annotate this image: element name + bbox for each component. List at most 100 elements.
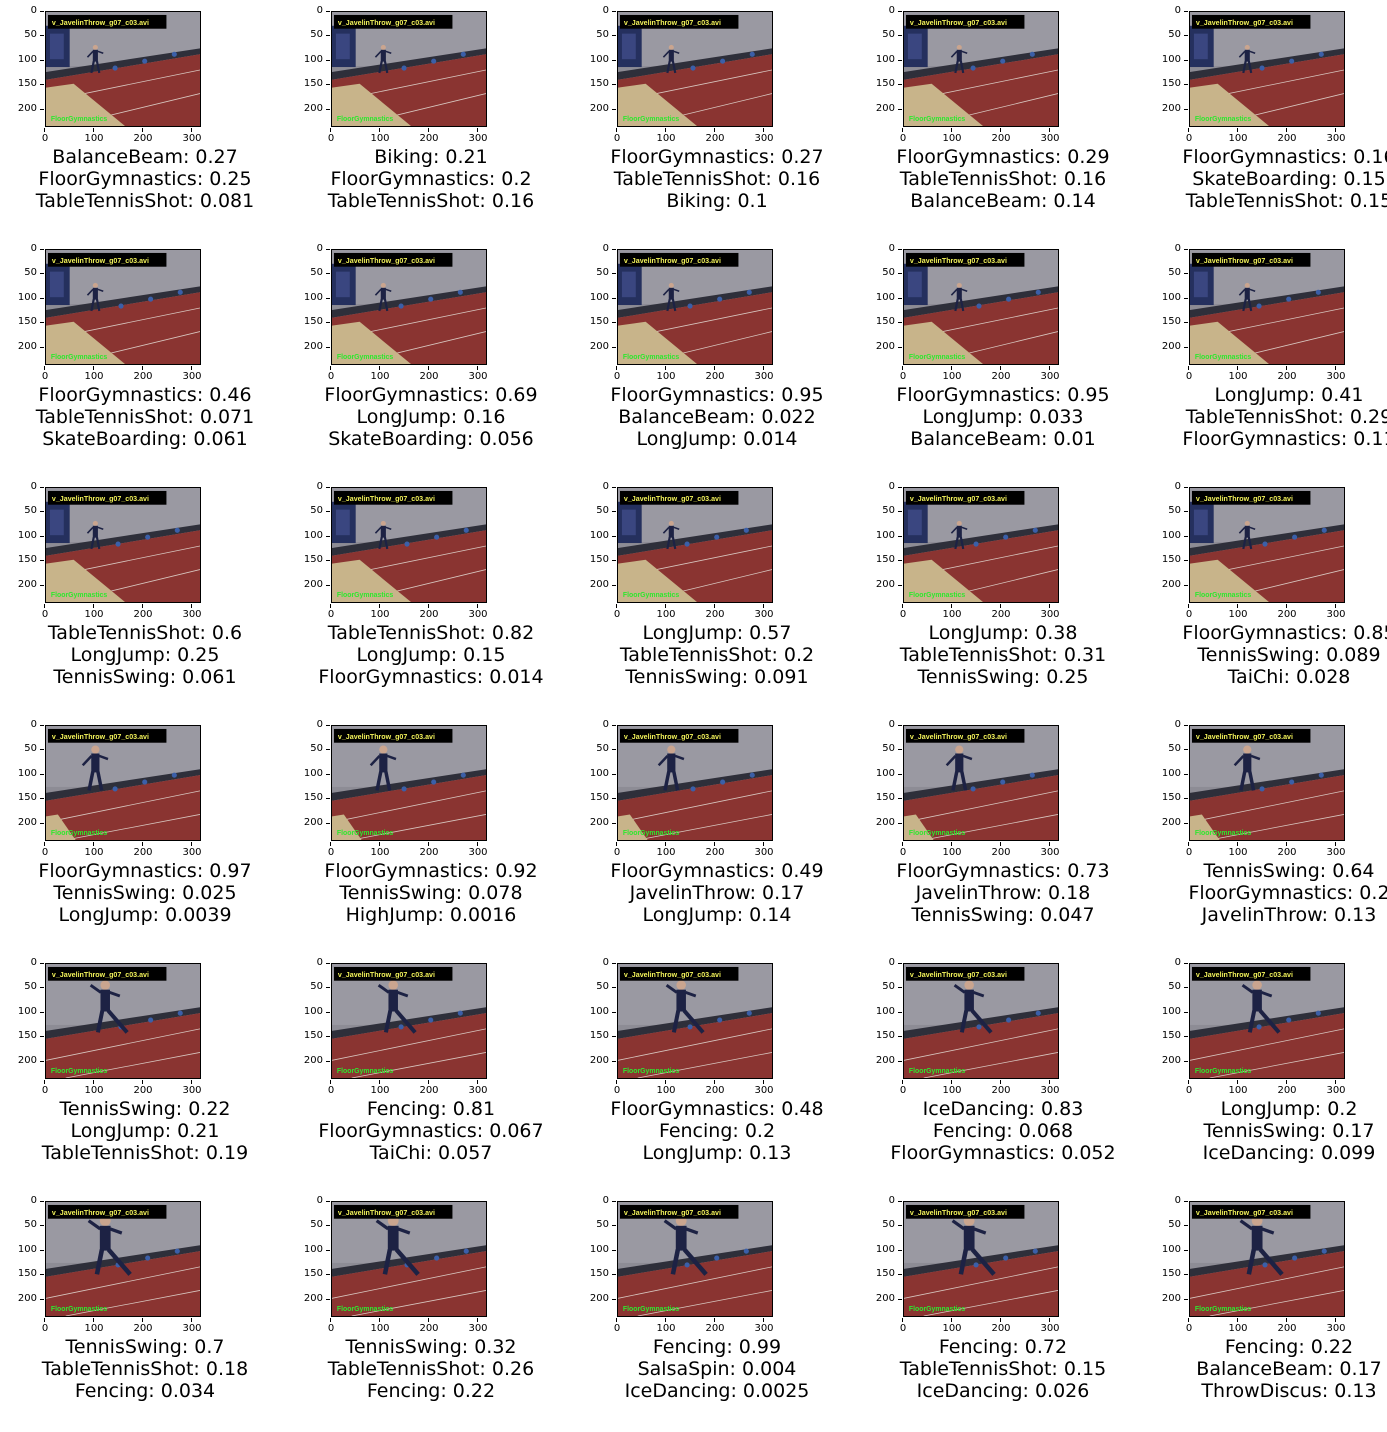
x-tick-label: 200: [700, 128, 730, 145]
y-tick-label: 50: [579, 267, 616, 279]
video-frame-image: v_JavelinThrow_g07_c03.avi FloorGymnastic…: [332, 12, 486, 126]
predicted-label-overlay: FloorGymnastics: [337, 116, 393, 123]
video-filename-overlay: v_JavelinThrow_g07_c03.avi: [338, 971, 435, 979]
y-tick-label: 150: [579, 554, 616, 566]
frame-axes: v_JavelinThrow_g07_c03.avi FloorGymnastic…: [903, 487, 1059, 603]
prediction-line: FloorGymnastics: 0.014: [318, 666, 544, 688]
prediction-line: TableTennisShot: 0.29: [1185, 406, 1387, 428]
y-tick-label: 100: [7, 530, 44, 542]
frame-axes: v_JavelinThrow_g07_c03.avi FloorGymnastic…: [1189, 1201, 1345, 1317]
video-filename-overlay: v_JavelinThrow_g07_c03.avi: [338, 19, 435, 27]
y-tick-label: 100: [865, 1244, 902, 1256]
video-frame-image: v_JavelinThrow_g07_c03.avi FloorGymnastic…: [46, 726, 200, 840]
y-tick-label: 50: [579, 29, 616, 41]
prediction-line: IceDancing: 0.099: [1202, 1142, 1376, 1164]
y-tick-label: 0: [1151, 481, 1188, 493]
video-filename-overlay: v_JavelinThrow_g07_c03.avi: [624, 971, 721, 979]
y-tick-label: 200: [7, 1293, 44, 1305]
prediction-line: TennisSwing: 0.22: [59, 1098, 231, 1120]
prediction-line: JavelinThrow: 0.18: [915, 882, 1091, 904]
x-tick-label: 100: [1223, 842, 1253, 859]
x-tick-label: 0: [30, 842, 60, 859]
predicted-label-overlay: FloorGymnastics: [909, 116, 965, 123]
y-tick-label: 50: [7, 29, 44, 41]
y-tick-label: 100: [579, 1244, 616, 1256]
prediction-line: TableTennisShot: 0.071: [35, 406, 255, 428]
x-tick-label: 300: [1035, 128, 1065, 145]
frame-axes: v_JavelinThrow_g07_c03.avi FloorGymnastic…: [617, 963, 773, 1079]
y-tick-label: 150: [579, 78, 616, 90]
y-tick-label: 200: [293, 579, 330, 591]
x-tick-label: 100: [651, 366, 681, 383]
y-tick-label: 50: [579, 1219, 616, 1231]
y-tick-label: 0: [865, 5, 902, 17]
prediction-line: TaiChi: 0.028: [1227, 666, 1351, 688]
y-tick-label: 100: [293, 1244, 330, 1256]
y-tick-label: 100: [865, 768, 902, 780]
x-tick-label: 300: [463, 366, 493, 383]
prediction-line: LongJump: 0.14: [642, 904, 792, 926]
frame-panel: v_JavelinThrow_g07_c03.avi FloorGymnastic…: [7, 1190, 283, 1420]
video-frame-image: v_JavelinThrow_g07_c03.avi FloorGymnastic…: [1190, 964, 1344, 1078]
predicted-label-overlay: FloorGymnastics: [337, 592, 393, 599]
predicted-label-overlay: FloorGymnastics: [909, 1306, 965, 1313]
video-frame-image: v_JavelinThrow_g07_c03.avi FloorGymnastic…: [1190, 488, 1344, 602]
x-tick-label: 300: [177, 128, 207, 145]
frame-panel: v_JavelinThrow_g07_c03.avi FloorGymnastic…: [579, 238, 855, 468]
frame-axes: v_JavelinThrow_g07_c03.avi FloorGymnastic…: [45, 249, 201, 365]
x-tick-label: 200: [128, 366, 158, 383]
video-filename-overlay: v_JavelinThrow_g07_c03.avi: [910, 971, 1007, 979]
frame-panel: v_JavelinThrow_g07_c03.avi FloorGymnastic…: [865, 0, 1141, 230]
x-tick-label: 300: [749, 1318, 779, 1335]
frame-panel: v_JavelinThrow_g07_c03.avi FloorGymnastic…: [579, 476, 855, 706]
prediction-line: Fencing: 0.22: [366, 1380, 496, 1402]
video-filename-overlay: v_JavelinThrow_g07_c03.avi: [52, 971, 149, 979]
y-tick-label: 150: [865, 78, 902, 90]
y-tick-label: 0: [7, 1195, 44, 1207]
prediction-caption: IceDancing: 0.83 Fencing: 0.068 FloorGymna…: [845, 1098, 1161, 1164]
y-tick-label: 200: [579, 579, 616, 591]
prediction-line: FloorGymnastics: 0.49: [610, 860, 824, 882]
frame-axes: v_JavelinThrow_g07_c03.avi FloorGymnastic…: [903, 11, 1059, 127]
x-tick-label: 300: [463, 1080, 493, 1097]
prediction-line: FloorGymnastics: 0.95: [896, 384, 1110, 406]
x-tick-label: 300: [749, 1080, 779, 1097]
y-tick-label: 200: [865, 579, 902, 591]
frame-axes: v_JavelinThrow_g07_c03.avi FloorGymnastic…: [331, 963, 487, 1079]
video-filename-overlay: v_JavelinThrow_g07_c03.avi: [52, 257, 149, 265]
video-frame-image: v_JavelinThrow_g07_c03.avi FloorGymnastic…: [332, 488, 486, 602]
x-tick-label: 300: [1321, 1080, 1351, 1097]
x-tick-label: 200: [700, 604, 730, 621]
y-tick-label: 150: [579, 1268, 616, 1280]
prediction-line: BalanceBeam: 0.14: [910, 190, 1096, 212]
x-tick-label: 0: [316, 366, 346, 383]
video-frame-image: v_JavelinThrow_g07_c03.avi FloorGymnastic…: [46, 12, 200, 126]
y-tick-label: 150: [1151, 316, 1188, 328]
video-frame-image: v_JavelinThrow_g07_c03.avi FloorGymnastic…: [904, 250, 1058, 364]
y-tick-label: 50: [1151, 1219, 1188, 1231]
y-tick-label: 0: [865, 1195, 902, 1207]
frame-axes: v_JavelinThrow_g07_c03.avi FloorGymnastic…: [903, 1201, 1059, 1317]
x-tick-label: 200: [414, 604, 444, 621]
prediction-line: TableTennisShot: 0.15: [899, 1358, 1107, 1380]
video-frame-image: v_JavelinThrow_g07_c03.avi FloorGymnastic…: [618, 12, 772, 126]
x-tick-label: 200: [700, 1080, 730, 1097]
frame-axes: v_JavelinThrow_g07_c03.avi FloorGymnastic…: [617, 487, 773, 603]
predicted-label-overlay: FloorGymnastics: [51, 354, 107, 361]
x-tick-label: 100: [1223, 604, 1253, 621]
y-tick-label: 150: [865, 554, 902, 566]
video-filename-overlay: v_JavelinThrow_g07_c03.avi: [338, 733, 435, 741]
prediction-line: TableTennisShot: 0.26: [327, 1358, 535, 1380]
prediction-line: LongJump: 0.014: [636, 428, 798, 450]
x-tick-label: 200: [1272, 842, 1302, 859]
y-tick-label: 50: [293, 981, 330, 993]
prediction-line: LongJump: 0.41: [1214, 384, 1364, 406]
video-filename-overlay: v_JavelinThrow_g07_c03.avi: [910, 1209, 1007, 1217]
predicted-label-overlay: FloorGymnastics: [51, 830, 107, 837]
y-tick-label: 0: [579, 5, 616, 17]
y-tick-label: 50: [293, 267, 330, 279]
y-tick-label: 0: [865, 719, 902, 731]
x-tick-label: 100: [365, 128, 395, 145]
frame-panel: v_JavelinThrow_g07_c03.avi FloorGymnastic…: [579, 952, 855, 1182]
prediction-line: LongJump: 0.16: [356, 406, 506, 428]
